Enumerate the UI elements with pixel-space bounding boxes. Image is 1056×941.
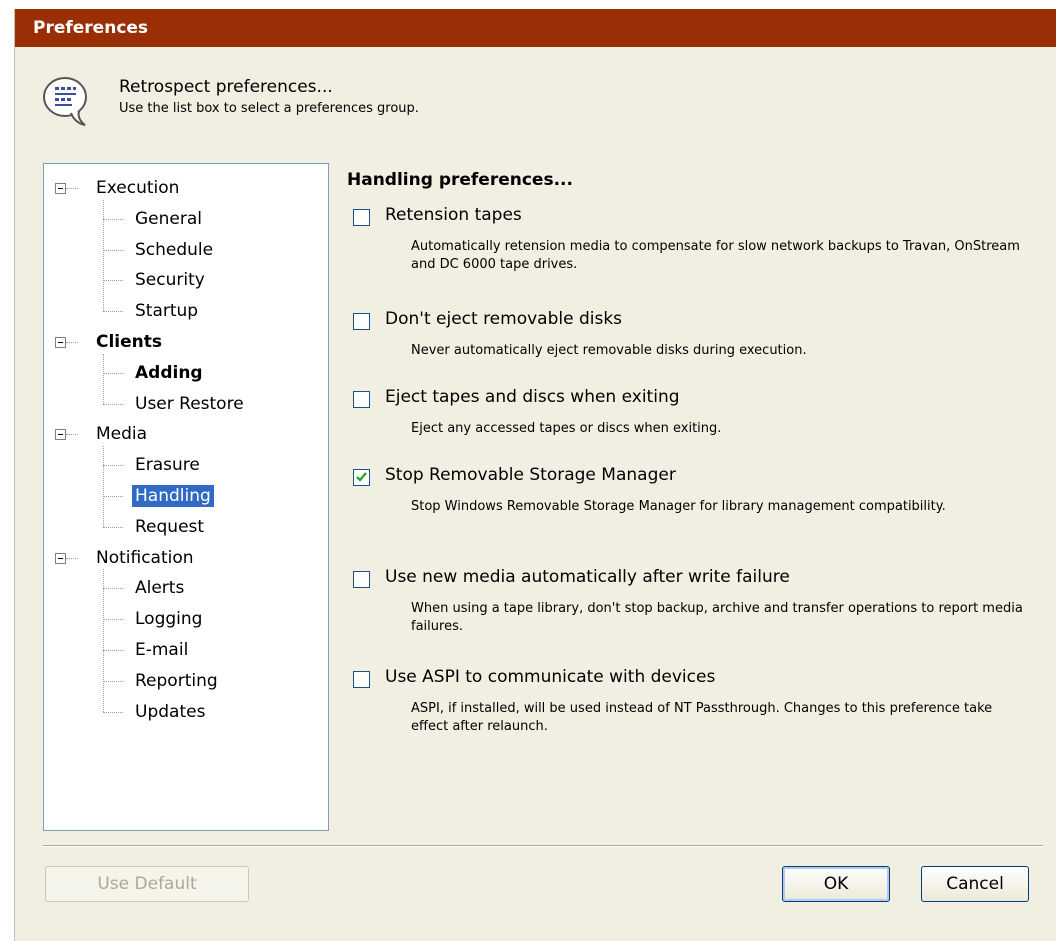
use-default-label: Use Default [97, 874, 197, 894]
tree-item-logging[interactable]: Logging [135, 608, 202, 630]
footer-divider [43, 845, 1043, 847]
option-checkbox[interactable] [353, 571, 370, 588]
tree-item-reporting[interactable]: Reporting [135, 670, 218, 692]
tree-group-clients[interactable]: Clients [96, 331, 162, 353]
tree-connector [103, 403, 123, 405]
tree-connector [103, 311, 123, 313]
tree-connector [66, 557, 78, 559]
tree-item-e-mail[interactable]: E-mail [135, 639, 188, 661]
ok-button[interactable]: OK [782, 866, 890, 902]
tree-item-request[interactable]: Request [135, 516, 204, 538]
ok-label: OK [823, 874, 849, 894]
option-description: Eject any accessed tapes or discs when e… [411, 421, 722, 436]
tree-connector [103, 650, 123, 651]
tree-connector [103, 496, 123, 497]
speech-bubble-list-icon [43, 77, 87, 126]
tree-connector [103, 588, 123, 590]
tree-connector [66, 188, 78, 189]
option-label[interactable]: Don't eject removable disks [385, 309, 622, 329]
collapse-toggle-icon[interactable] [55, 183, 66, 194]
tree-connector [103, 446, 104, 527]
option-checkbox[interactable] [353, 671, 370, 688]
tree-item-erasure[interactable]: Erasure [135, 454, 200, 476]
tree-item-security[interactable]: Security [135, 269, 205, 291]
tree-connector [103, 280, 123, 282]
tree-item-startup[interactable]: Startup [135, 300, 198, 322]
info-title: Retrospect preferences... [119, 77, 333, 97]
info-subtitle: Use the list box to select a preferences… [119, 101, 419, 116]
collapse-toggle-icon[interactable] [55, 337, 66, 348]
tree-item-general[interactable]: General [135, 208, 202, 230]
option-checkbox[interactable] [353, 209, 370, 226]
tree-item-handling[interactable]: Handling [132, 485, 214, 507]
preferences-dialog: Preferences Retrospect preferences... Us… [14, 9, 1056, 941]
tree-item-alerts[interactable]: Alerts [135, 577, 184, 599]
window-title: Preferences [15, 9, 1056, 47]
tree-item-schedule[interactable]: Schedule [135, 239, 213, 261]
tree-group-notification[interactable]: Notification [96, 547, 194, 569]
tree-connector [103, 619, 123, 621]
option-checkbox[interactable] [353, 469, 370, 486]
tree-group-execution[interactable]: Execution [96, 177, 179, 199]
tree-item-adding[interactable]: Adding [135, 362, 203, 384]
option-description: When using a tape library, don't stop ba… [411, 601, 1023, 634]
option-description: Automatically retension media to compens… [411, 239, 1020, 272]
tree-connector [66, 342, 78, 343]
option-label[interactable]: Stop Removable Storage Manager [385, 465, 676, 485]
tree-connector [103, 249, 123, 251]
option-checkbox[interactable] [353, 313, 370, 330]
section-title: Handling preferences... [347, 170, 573, 190]
tree-connector [103, 680, 123, 682]
option-description: Stop Windows Removable Storage Manager f… [411, 499, 946, 514]
tree-connector [103, 353, 104, 404]
checkmark-icon [356, 472, 367, 482]
tree-connector [66, 434, 78, 436]
tree-item-updates[interactable]: Updates [135, 701, 205, 723]
option-description: Never automatically eject removable disk… [411, 343, 807, 358]
tree-connector [103, 526, 123, 528]
cancel-button[interactable]: Cancel [921, 866, 1029, 902]
cancel-label: Cancel [946, 874, 1004, 894]
tree-connector [103, 465, 123, 467]
tree-connector [103, 199, 104, 312]
option-checkbox[interactable] [353, 391, 370, 408]
option-label[interactable]: Eject tapes and discs when exiting [385, 387, 680, 407]
option-description: ASPI, if installed, will be used instead… [411, 701, 993, 734]
tree-connector [103, 711, 123, 713]
option-label[interactable]: Use new media automatically after write … [385, 567, 790, 587]
tree-connector [103, 569, 104, 712]
collapse-toggle-icon[interactable] [55, 429, 66, 441]
use-default-button[interactable]: Use Default [45, 866, 249, 902]
preferences-tree[interactable]: Execution General Schedule Security Startup C… [43, 163, 329, 831]
tree-connector [103, 372, 123, 374]
tree-item-user-restore[interactable]: User Restore [135, 393, 244, 415]
tree-group-media[interactable]: Media [96, 423, 147, 445]
option-label[interactable]: Retension tapes [385, 205, 522, 225]
collapse-toggle-icon[interactable] [55, 552, 66, 564]
option-label[interactable]: Use ASPI to communicate with devices [385, 667, 715, 687]
tree-connector [103, 218, 123, 220]
